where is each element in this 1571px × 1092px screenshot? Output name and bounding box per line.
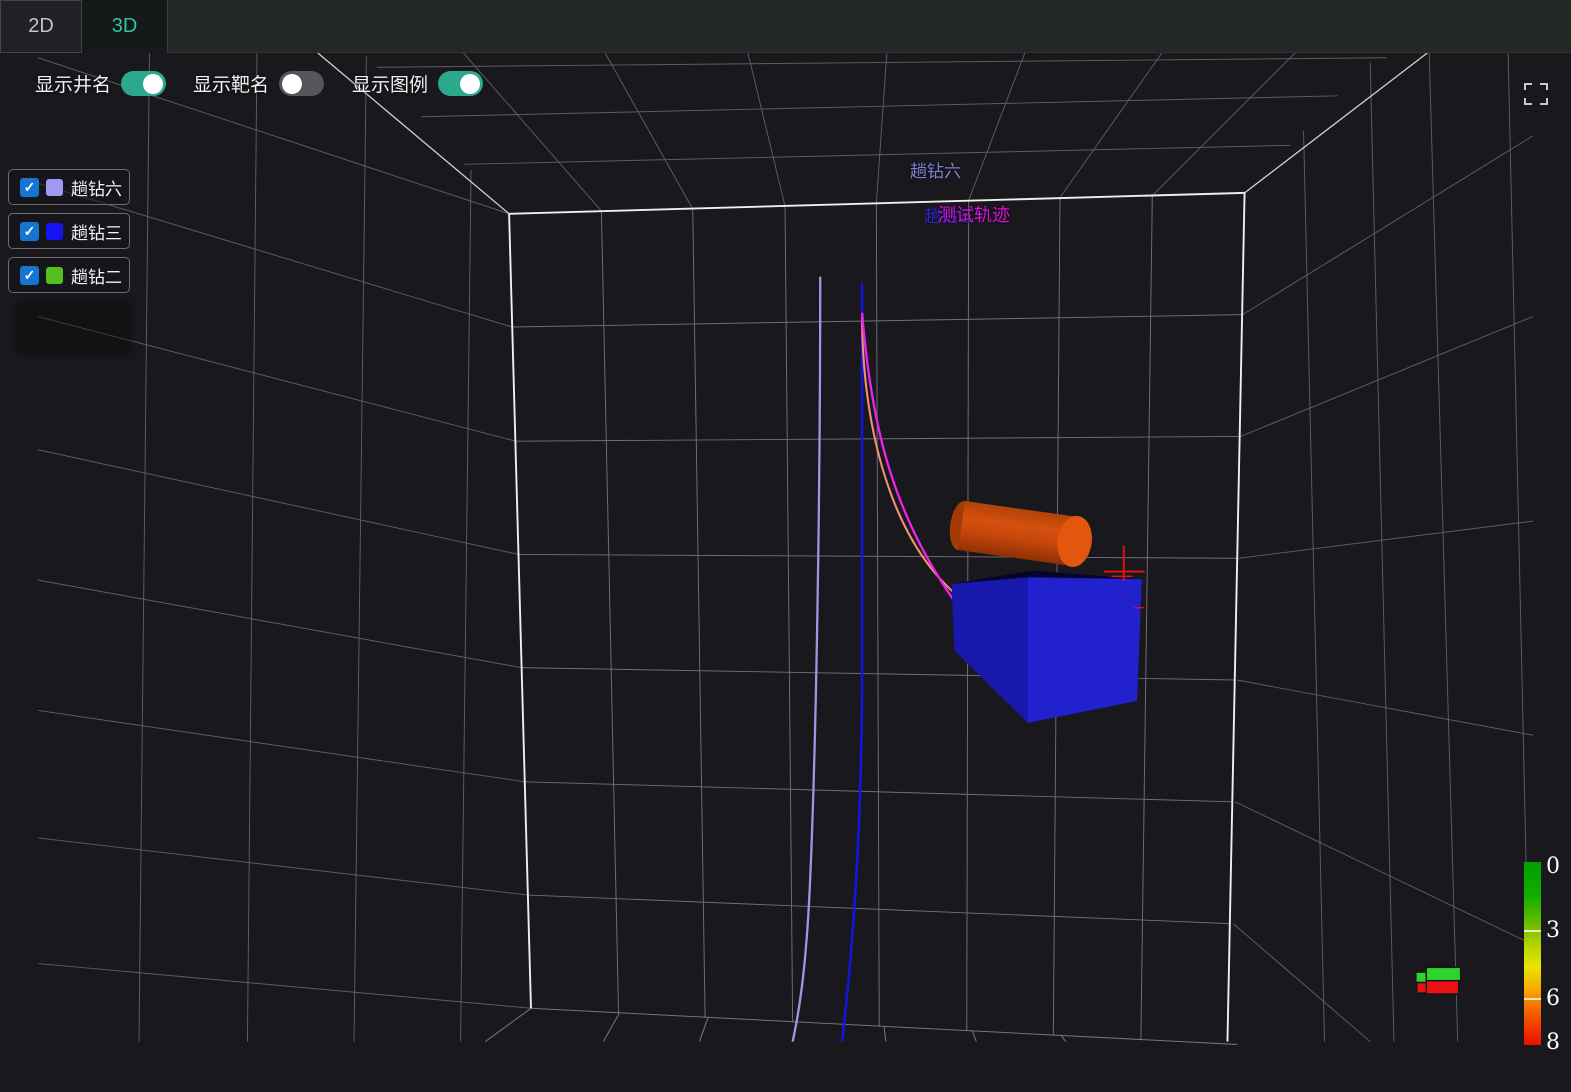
toggle-knob [282, 74, 302, 94]
toggle-group-well-names: 显示井名 [35, 70, 166, 97]
scene-viewport[interactable] [0, 53, 1571, 1092]
tab-bar: 2D 3D [0, 0, 1571, 53]
color-swatch [46, 267, 63, 284]
checkbox-checked-icon[interactable]: ✓ [20, 178, 39, 197]
colorbar-tick [1524, 930, 1541, 932]
fullscreen-corner [1524, 83, 1532, 90]
color-swatch [46, 179, 63, 196]
colorbar-label-8: 8 [1546, 1032, 1560, 1054]
toggle-group-legend: 显示图例 [352, 70, 483, 97]
well-3d-viewer: 2D 3D 显示井名 显示靶名 显示图例 ✓ 趟钻六 ✓ 趟钻三 ✓ [0, 0, 1571, 1092]
toggle-label-target-names: 显示靶名 [193, 70, 269, 97]
cylinder-marker [947, 499, 1095, 570]
toggle-knob [143, 74, 163, 94]
toggle-label-legend: 显示图例 [352, 70, 428, 97]
display-toolbar: 显示井名 显示靶名 显示图例 [0, 70, 560, 114]
fullscreen-corner [1524, 98, 1532, 105]
fullscreen-corner [1540, 83, 1548, 90]
colorbar-label-0: 0 [1546, 856, 1560, 878]
checkbox-checked-icon[interactable]: ✓ [20, 222, 39, 241]
color-swatch [46, 223, 63, 240]
trajectory-lines [793, 277, 960, 1042]
legend-item-well-6[interactable]: ✓ 趟钻六 [8, 169, 130, 205]
toggle-label-well-names: 显示井名 [35, 70, 111, 97]
legend-panel: ✓ 趟钻六 ✓ 趟钻三 ✓ 趟钻二 [8, 169, 130, 301]
colorbar-label-3: 3 [1546, 920, 1560, 942]
depth-colorbar: 0 3 6 8 [1524, 862, 1541, 1045]
colorbar-tick [1524, 998, 1541, 1000]
well-label-6: 趟钻六 [910, 157, 961, 182]
toggle-group-target-names: 显示靶名 [193, 70, 324, 97]
tab-2d[interactable]: 2D [0, 0, 82, 53]
toggle-target-names[interactable] [279, 71, 324, 96]
colorbar-label-6: 6 [1546, 988, 1560, 1010]
trajectory-label-test: 测试轨迹 [938, 201, 1010, 227]
toggle-knob [460, 74, 480, 94]
legend-item-label: 趟钻三 [71, 219, 122, 244]
toggle-legend[interactable] [438, 71, 483, 96]
mini-target-object [1416, 967, 1461, 994]
target-box [952, 571, 1142, 723]
legend-item-well-3[interactable]: ✓ 趟钻三 [8, 213, 130, 249]
checkbox-checked-icon[interactable]: ✓ [20, 266, 39, 285]
legend-item-label: 趟钻二 [71, 263, 122, 288]
toggle-well-names[interactable] [121, 71, 166, 96]
tab-3d[interactable]: 3D [82, 0, 168, 53]
panel-shadow [14, 300, 132, 356]
legend-item-well-2[interactable]: ✓ 趟钻二 [8, 257, 130, 293]
fullscreen-corner [1540, 98, 1548, 105]
fullscreen-icon[interactable] [1524, 83, 1548, 105]
legend-item-label: 趟钻六 [71, 175, 122, 200]
wireframe-grid [0, 53, 1571, 1092]
